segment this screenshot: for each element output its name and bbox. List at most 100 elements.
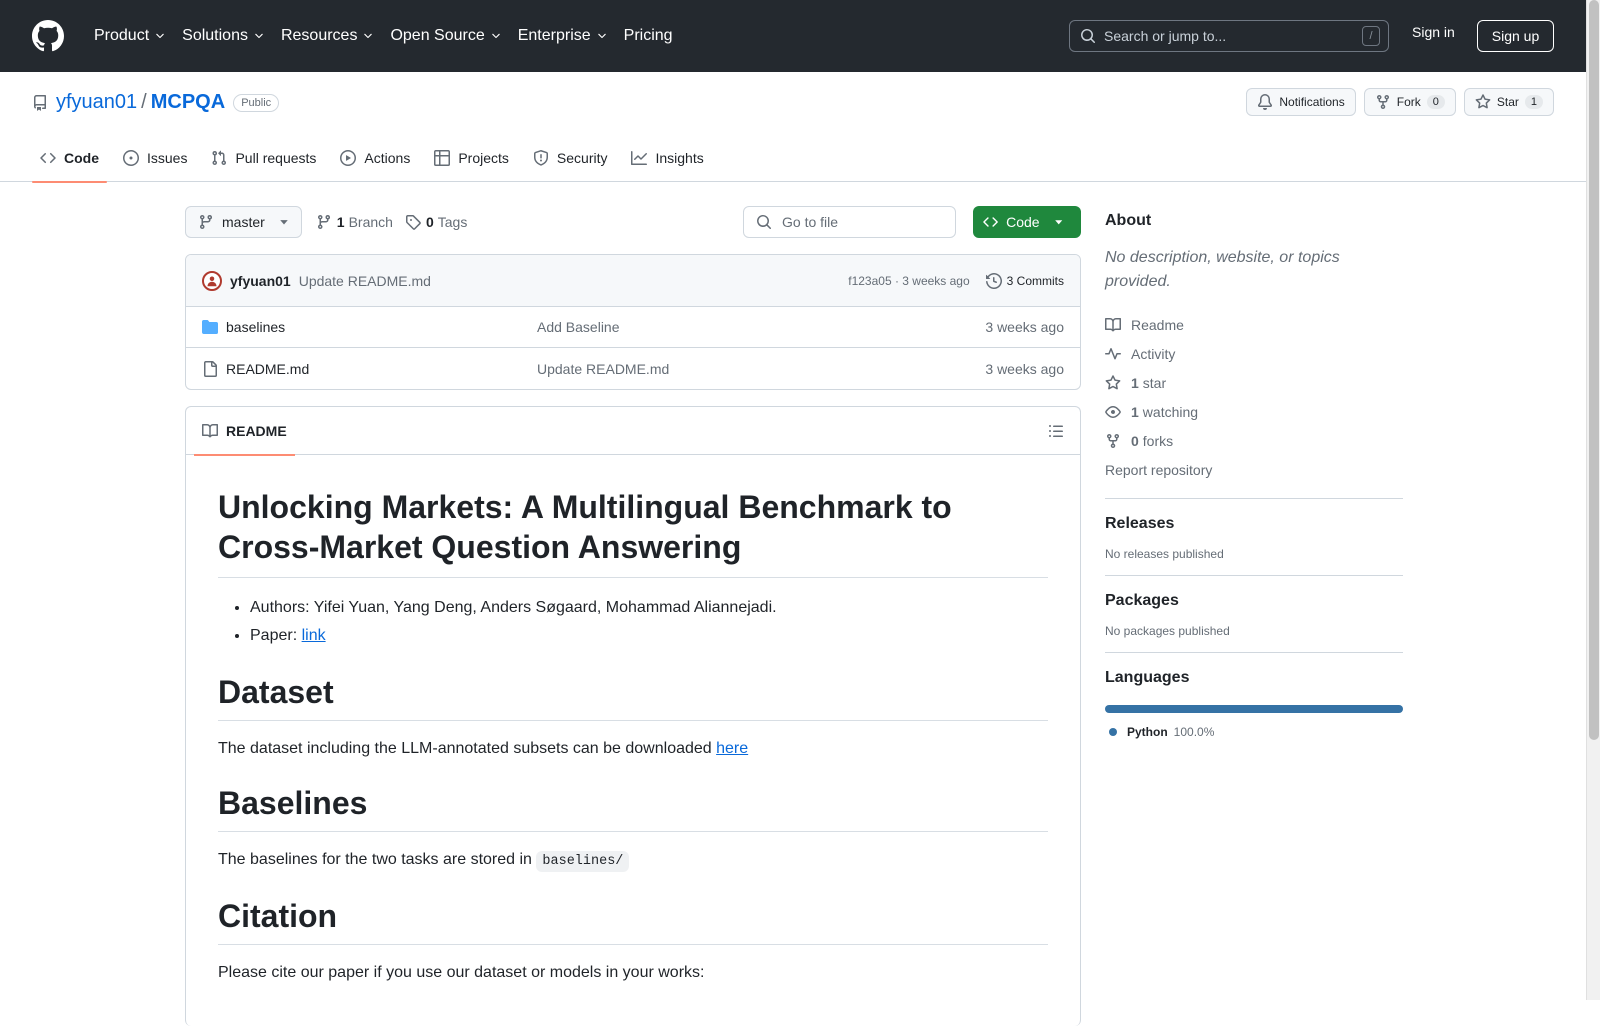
commit-meta: f123a05 · 3 weeks ago 3 Commits — [848, 272, 1064, 289]
activity-link[interactable]: Activity — [1105, 339, 1403, 368]
chevron-down-icon — [597, 33, 606, 39]
dataset-link[interactable]: here — [716, 740, 748, 757]
issue-icon — [123, 150, 139, 166]
search-placeholder: Search or jump to... — [1104, 28, 1227, 44]
page-scrollbar[interactable] — [1586, 0, 1600, 1000]
tab-pull-requests[interactable]: Pull requests — [203, 134, 324, 182]
sign-up-button[interactable]: Sign up — [1477, 20, 1554, 52]
nav-solutions[interactable]: Solutions — [174, 20, 273, 52]
fork-button[interactable]: Fork 0 — [1363, 88, 1456, 116]
file-row[interactable]: baselines Add Baseline 3 weeks ago — [186, 307, 1080, 348]
repo-owner-link[interactable]: yfyuan01 — [56, 91, 137, 114]
paper-link[interactable]: link — [302, 627, 326, 644]
file-list: yfyuan01 Update README.md f123a05 · 3 we… — [185, 254, 1081, 390]
shield-icon — [533, 150, 548, 166]
report-repository-link[interactable]: Report repository — [1105, 455, 1403, 484]
star-button[interactable]: Star 1 — [1463, 88, 1554, 116]
code-dropdown-button[interactable]: Code — [973, 206, 1081, 238]
nav-enterprise[interactable]: Enterprise — [510, 20, 616, 52]
caret-down-icon — [1054, 220, 1062, 225]
chevron-down-icon — [156, 33, 164, 39]
branches-link[interactable]: 1 Branch — [316, 214, 393, 230]
repo-header: yfyuan01 / MCPQA Public Notifications Fo… — [0, 72, 1586, 183]
chevron-down-icon — [255, 33, 263, 39]
file-commit-time: 3 weeks ago — [985, 360, 1064, 377]
file-navigation: master 1 Branch 0 Tags Go to file Code — [185, 206, 1081, 238]
repo-sidebar: About No description, website, or topics… — [1105, 206, 1403, 739]
repo-path-separator: / — [141, 91, 147, 113]
tag-icon — [405, 215, 421, 230]
nav-pricing[interactable]: Pricing — [616, 20, 681, 52]
tab-insights[interactable]: Insights — [623, 134, 711, 182]
file-name[interactable]: baselines — [226, 319, 285, 335]
star-count: 1 — [1524, 95, 1543, 109]
readme-article: Unlocking Markets: A Multilingual Benchm… — [186, 455, 1080, 1017]
commit-hash-time[interactable]: f123a05 · 3 weeks ago — [848, 274, 969, 288]
releases-empty-text: No releases published — [1105, 547, 1224, 561]
search-icon — [757, 215, 771, 229]
branch-icon — [199, 215, 212, 230]
citation-text: Please cite our paper if you use our dat… — [218, 964, 705, 981]
authors-item: Authors: Yifei Yuan, Yang Deng, Anders S… — [250, 594, 1048, 622]
commits-link[interactable]: 3 Commits — [985, 272, 1064, 289]
folder-icon — [202, 320, 218, 334]
branch-icon — [317, 215, 330, 230]
file-name[interactable]: README.md — [226, 361, 309, 377]
repo-title: yfyuan01 / MCPQA Public — [32, 91, 280, 114]
about-heading: About — [1105, 212, 1152, 229]
book-icon — [1105, 317, 1121, 331]
paper-item: Paper: link — [250, 622, 1048, 650]
fork-icon — [1376, 95, 1389, 110]
repo-name-link[interactable]: MCPQA — [151, 91, 225, 114]
repo-tabs: Code Issues Pull requests Actions Projec… — [32, 134, 720, 183]
nav-product[interactable]: Product — [86, 20, 174, 52]
github-logo-icon[interactable] — [32, 20, 64, 52]
fork-icon — [1107, 433, 1119, 448]
file-row[interactable]: README.md Update README.md 3 weeks ago — [186, 348, 1080, 389]
readme-info-list: Authors: Yifei Yuan, Yang Deng, Anders S… — [218, 594, 1048, 650]
forks-link[interactable]: 0 forks — [1105, 426, 1403, 455]
tab-actions[interactable]: Actions — [332, 134, 418, 182]
file-icon — [204, 360, 217, 377]
watching-link[interactable]: 1 watching — [1105, 397, 1403, 426]
repo-icon — [34, 94, 46, 111]
file-commit-message[interactable]: Update README.md — [537, 361, 985, 377]
tab-security[interactable]: Security — [525, 134, 616, 182]
caret-down-icon — [280, 220, 288, 225]
graph-icon — [631, 151, 648, 165]
tab-projects[interactable]: Projects — [426, 134, 517, 182]
nav-resources[interactable]: Resources — [273, 20, 382, 52]
repo-description: No description, website, or topics provi… — [1105, 249, 1340, 290]
packages-heading[interactable]: Packages — [1105, 592, 1403, 610]
play-icon — [340, 150, 357, 166]
releases-section: Releases No releases published — [1105, 498, 1403, 561]
chevron-down-icon — [491, 33, 500, 39]
tab-issues[interactable]: Issues — [115, 134, 195, 182]
releases-heading[interactable]: Releases — [1105, 515, 1403, 533]
user-avatar-icon — [207, 276, 217, 286]
readme-link[interactable]: Readme — [1105, 310, 1403, 339]
chevron-down-icon — [364, 33, 373, 39]
packages-empty-text: No packages published — [1105, 624, 1230, 638]
go-to-file-input[interactable]: Go to file — [743, 206, 956, 238]
tab-code[interactable]: Code — [32, 134, 107, 183]
notifications-button[interactable]: Notifications — [1246, 88, 1356, 116]
avatar[interactable] — [202, 270, 222, 291]
languages-heading: Languages — [1105, 669, 1190, 686]
branch-select-button[interactable]: master — [185, 206, 302, 238]
table-icon — [434, 150, 451, 166]
readme-tab[interactable]: README — [194, 407, 295, 456]
stars-link[interactable]: 1 star — [1105, 368, 1403, 397]
commit-message[interactable]: Update README.md — [299, 273, 431, 289]
search-input[interactable]: Search or jump to... / — [1069, 20, 1389, 52]
scrollbar-thumb[interactable] — [1589, 0, 1599, 740]
nav-open-source[interactable]: Open Source — [382, 20, 509, 52]
list-icon[interactable] — [1048, 423, 1064, 439]
global-header: Product Solutions Resources Open Source … — [0, 0, 1586, 72]
languages-section: Languages Python 100.0% — [1105, 652, 1403, 739]
commit-author[interactable]: yfyuan01 — [230, 273, 291, 289]
language-item[interactable]: Python 100.0% — [1105, 725, 1403, 739]
tags-link[interactable]: 0 Tags — [405, 214, 467, 230]
sign-in-link[interactable]: Sign in — [1412, 24, 1455, 40]
file-commit-message[interactable]: Add Baseline — [537, 319, 985, 335]
